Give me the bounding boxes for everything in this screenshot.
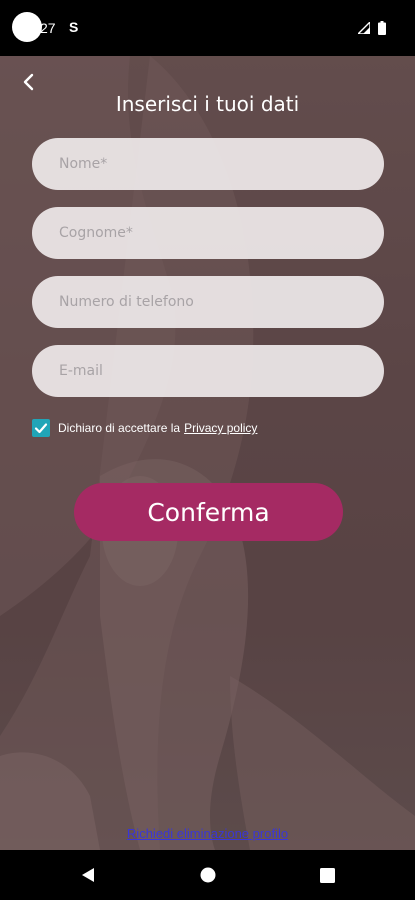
battery-icon: [378, 21, 386, 35]
last-name-input[interactable]: [32, 207, 384, 259]
phone-screen: 27 S Inserisci i tuoi dati Nome* Cognome…: [0, 0, 415, 900]
navigation-bar: [0, 850, 415, 900]
signal-icon: [358, 22, 370, 34]
privacy-policy-link[interactable]: Privacy policy: [184, 421, 257, 435]
privacy-consent-text: Dichiaro di accettare la: [58, 421, 181, 435]
delete-profile-link[interactable]: Richiedi eliminazione profilo: [0, 826, 415, 841]
privacy-consent-row: Dichiaro di accettare la Privacy policy: [32, 418, 257, 438]
status-time: 27: [40, 20, 56, 36]
nav-recents-icon[interactable]: [320, 868, 335, 883]
privacy-checkbox[interactable]: [32, 419, 50, 437]
app-indicator-icon: S: [69, 19, 79, 35]
page-title: Inserisci i tuoi dati: [115, 92, 300, 116]
chevron-left-icon[interactable]: [18, 70, 42, 94]
status-bar: 27 S: [0, 0, 415, 56]
checkmark-icon: [34, 423, 48, 434]
nav-back-icon[interactable]: [80, 867, 96, 883]
camera-cutout: [12, 12, 42, 42]
email-input[interactable]: [32, 345, 384, 397]
main-content: Inserisci i tuoi dati Dichiaro di accett…: [0, 56, 415, 850]
nav-home-icon[interactable]: [200, 867, 216, 883]
first-name-input[interactable]: [32, 138, 384, 190]
phone-number-input[interactable]: [32, 276, 384, 328]
confirm-button[interactable]: Conferma: [74, 483, 343, 541]
